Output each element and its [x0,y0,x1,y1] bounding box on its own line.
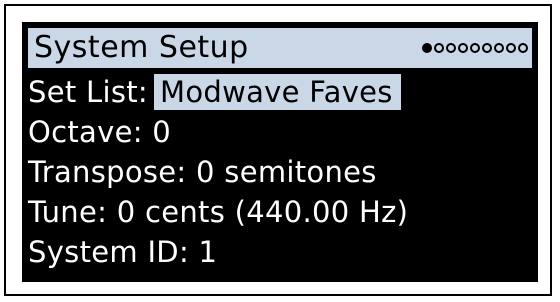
page-indicator[interactable] [422,43,528,53]
transpose-row[interactable]: Transpose: 0 semitones [28,154,377,190]
page-dot-7[interactable] [494,43,504,53]
system-id-row[interactable]: System ID: 1 [28,234,217,270]
title-bar: System Setup [28,28,532,68]
transpose-setting[interactable]: Transpose: 0 semitones [28,154,377,190]
octave-row[interactable]: Octave: 0 [28,114,171,150]
page-dot-4[interactable] [458,43,468,53]
page-dot-9[interactable] [518,43,528,53]
page-dot-2[interactable] [434,43,444,53]
page-dot-5[interactable] [470,43,480,53]
page-dot-1[interactable] [422,43,432,53]
oled-display: System Setup Set List: Modwave Faves Oct… [22,22,538,282]
octave-setting[interactable]: Octave: 0 [28,114,171,150]
setlist-value[interactable]: Modwave Faves [154,74,401,110]
setlist-label: Set List: [28,75,149,109]
tune-row[interactable]: Tune: 0 cents (440.00 Hz) [28,194,408,230]
device-frame: System Setup Set List: Modwave Faves Oct… [4,4,552,296]
setlist-row[interactable]: Set List: Modwave Faves [28,74,401,110]
system-id-setting[interactable]: System ID: 1 [28,234,217,270]
page-title: System Setup [34,30,249,65]
page-dot-6[interactable] [482,43,492,53]
page-dot-3[interactable] [446,43,456,53]
tune-setting[interactable]: Tune: 0 cents (440.00 Hz) [28,194,408,230]
page-dot-8[interactable] [506,43,516,53]
